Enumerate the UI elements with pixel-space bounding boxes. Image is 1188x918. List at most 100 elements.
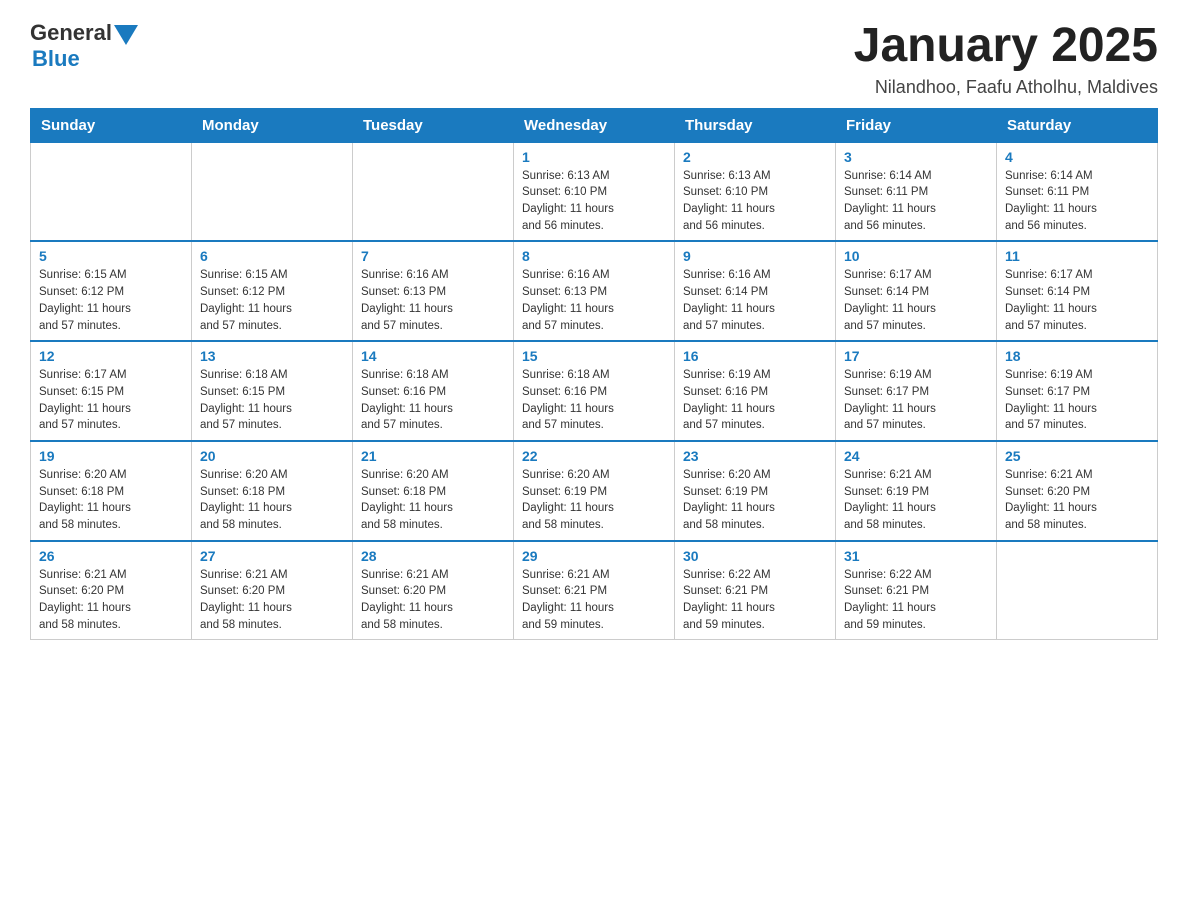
day-number: 20 bbox=[200, 448, 344, 464]
calendar-day-2: 2Sunrise: 6:13 AM Sunset: 6:10 PM Daylig… bbox=[675, 142, 836, 241]
page-header: General Blue January 2025 Nilandhoo, Faa… bbox=[30, 20, 1158, 98]
day-number: 30 bbox=[683, 548, 827, 564]
calendar-header-saturday: Saturday bbox=[997, 108, 1158, 142]
day-number: 24 bbox=[844, 448, 988, 464]
day-info: Sunrise: 6:13 AM Sunset: 6:10 PM Dayligh… bbox=[522, 168, 666, 235]
calendar-day-9: 9 Sunrise: 6:16 AM Sunset: 6:14 PM Daylig… bbox=[675, 241, 836, 341]
day-info: Sunrise: 6:18 AM Sunset: 6:15 PM Dayligh… bbox=[200, 367, 344, 434]
day-number: 29 bbox=[522, 548, 666, 564]
calendar-week-row: 1Sunrise: 6:13 AM Sunset: 6:10 PM Daylig… bbox=[31, 142, 1158, 241]
calendar-day-13: 13 Sunrise: 6:18 AM Sunset: 6:15 PM Dayli… bbox=[192, 341, 353, 441]
calendar-week-row: 12 Sunrise: 6:17 AM Sunset: 6:15 PM Dayli… bbox=[31, 341, 1158, 441]
calendar-header-sunday: Sunday bbox=[31, 108, 192, 142]
calendar-week-row: 5 Sunrise: 6:15 AM Sunset: 6:12 PM Daylig… bbox=[31, 241, 1158, 341]
calendar-day-12: 12 Sunrise: 6:17 AM Sunset: 6:15 PM Dayli… bbox=[31, 341, 192, 441]
day-number: 2 bbox=[683, 149, 827, 165]
calendar-week-row: 19 Sunrise: 6:20 AM Sunset: 6:18 PM Dayli… bbox=[31, 441, 1158, 541]
day-info: Sunrise: 6:22 AM Sunset: 6:21 PM Dayligh… bbox=[844, 567, 988, 634]
day-info: Sunrise: 6:17 AM Sunset: 6:15 PM Dayligh… bbox=[39, 367, 183, 434]
day-number: 5 bbox=[39, 248, 183, 264]
day-info: Sunrise: 6:18 AM Sunset: 6:16 PM Dayligh… bbox=[522, 367, 666, 434]
day-info: Sunrise: 6:16 AM Sunset: 6:13 PM Dayligh… bbox=[522, 267, 666, 334]
calendar-day-14: 14Sunrise: 6:18 AM Sunset: 6:16 PM Dayli… bbox=[353, 341, 514, 441]
day-number: 27 bbox=[200, 548, 344, 564]
calendar-day-31: 31 Sunrise: 6:22 AM Sunset: 6:21 PM Dayli… bbox=[836, 541, 997, 640]
calendar-day-11: 11 Sunrise: 6:17 AM Sunset: 6:14 PM Dayli… bbox=[997, 241, 1158, 341]
day-number: 17 bbox=[844, 348, 988, 364]
day-number: 22 bbox=[522, 448, 666, 464]
calendar-day-26: 26 Sunrise: 6:21 AM Sunset: 6:20 PM Dayli… bbox=[31, 541, 192, 640]
day-number: 19 bbox=[39, 448, 183, 464]
calendar-empty-cell bbox=[31, 142, 192, 241]
day-info: Sunrise: 6:21 AM Sunset: 6:20 PM Dayligh… bbox=[200, 567, 344, 634]
day-number: 12 bbox=[39, 348, 183, 364]
day-info: Sunrise: 6:20 AM Sunset: 6:19 PM Dayligh… bbox=[683, 467, 827, 534]
day-info: Sunrise: 6:18 AM Sunset: 6:16 PM Dayligh… bbox=[361, 367, 505, 434]
calendar-day-19: 19 Sunrise: 6:20 AM Sunset: 6:18 PM Dayli… bbox=[31, 441, 192, 541]
day-number: 28 bbox=[361, 548, 505, 564]
calendar-header-tuesday: Tuesday bbox=[353, 108, 514, 142]
day-number: 13 bbox=[200, 348, 344, 364]
calendar-day-10: 10 Sunrise: 6:17 AM Sunset: 6:14 PM Dayli… bbox=[836, 241, 997, 341]
day-info: Sunrise: 6:20 AM Sunset: 6:19 PM Dayligh… bbox=[522, 467, 666, 534]
calendar-header-row: SundayMondayTuesdayWednesdayThursdayFrid… bbox=[31, 108, 1158, 142]
day-number: 10 bbox=[844, 248, 988, 264]
day-info: Sunrise: 6:21 AM Sunset: 6:20 PM Dayligh… bbox=[361, 567, 505, 634]
calendar-day-24: 24Sunrise: 6:21 AM Sunset: 6:19 PM Dayli… bbox=[836, 441, 997, 541]
day-info: Sunrise: 6:14 AM Sunset: 6:11 PM Dayligh… bbox=[844, 168, 988, 235]
day-info: Sunrise: 6:19 AM Sunset: 6:16 PM Dayligh… bbox=[683, 367, 827, 434]
calendar-day-8: 8 Sunrise: 6:16 AM Sunset: 6:13 PM Daylig… bbox=[514, 241, 675, 341]
day-info: Sunrise: 6:16 AM Sunset: 6:14 PM Dayligh… bbox=[683, 267, 827, 334]
day-number: 18 bbox=[1005, 348, 1149, 364]
calendar-day-27: 27 Sunrise: 6:21 AM Sunset: 6:20 PM Dayli… bbox=[192, 541, 353, 640]
day-info: Sunrise: 6:21 AM Sunset: 6:20 PM Dayligh… bbox=[1005, 467, 1149, 534]
day-number: 26 bbox=[39, 548, 183, 564]
day-number: 31 bbox=[844, 548, 988, 564]
calendar-day-23: 23 Sunrise: 6:20 AM Sunset: 6:19 PM Dayli… bbox=[675, 441, 836, 541]
calendar-day-25: 25Sunrise: 6:21 AM Sunset: 6:20 PM Dayli… bbox=[997, 441, 1158, 541]
logo-triangle-icon bbox=[114, 25, 138, 45]
day-info: Sunrise: 6:15 AM Sunset: 6:12 PM Dayligh… bbox=[200, 267, 344, 334]
day-info: Sunrise: 6:17 AM Sunset: 6:14 PM Dayligh… bbox=[1005, 267, 1149, 334]
calendar-day-20: 20 Sunrise: 6:20 AM Sunset: 6:18 PM Dayli… bbox=[192, 441, 353, 541]
calendar-day-5: 5Sunrise: 6:15 AM Sunset: 6:12 PM Daylig… bbox=[31, 241, 192, 341]
day-info: Sunrise: 6:14 AM Sunset: 6:11 PM Dayligh… bbox=[1005, 168, 1149, 235]
logo-general-text: General bbox=[30, 20, 112, 46]
calendar-header-monday: Monday bbox=[192, 108, 353, 142]
day-info: Sunrise: 6:20 AM Sunset: 6:18 PM Dayligh… bbox=[361, 467, 505, 534]
calendar-day-21: 21 Sunrise: 6:20 AM Sunset: 6:18 PM Dayli… bbox=[353, 441, 514, 541]
calendar-day-30: 30 Sunrise: 6:22 AM Sunset: 6:21 PM Dayli… bbox=[675, 541, 836, 640]
day-info: Sunrise: 6:21 AM Sunset: 6:20 PM Dayligh… bbox=[39, 567, 183, 634]
calendar-day-15: 15Sunrise: 6:18 AM Sunset: 6:16 PM Dayli… bbox=[514, 341, 675, 441]
day-number: 7 bbox=[361, 248, 505, 264]
calendar-empty-cell bbox=[192, 142, 353, 241]
day-number: 4 bbox=[1005, 149, 1149, 165]
day-number: 11 bbox=[1005, 248, 1149, 264]
day-info: Sunrise: 6:17 AM Sunset: 6:14 PM Dayligh… bbox=[844, 267, 988, 334]
day-number: 9 bbox=[683, 248, 827, 264]
calendar-table: SundayMondayTuesdayWednesdayThursdayFrid… bbox=[30, 108, 1158, 640]
calendar-header-wednesday: Wednesday bbox=[514, 108, 675, 142]
calendar-day-6: 6 Sunrise: 6:15 AM Sunset: 6:12 PM Daylig… bbox=[192, 241, 353, 341]
day-number: 6 bbox=[200, 248, 344, 264]
day-number: 23 bbox=[683, 448, 827, 464]
day-info: Sunrise: 6:16 AM Sunset: 6:13 PM Dayligh… bbox=[361, 267, 505, 334]
calendar-day-16: 16Sunrise: 6:19 AM Sunset: 6:16 PM Dayli… bbox=[675, 341, 836, 441]
calendar-header-friday: Friday bbox=[836, 108, 997, 142]
location-subtitle: Nilandhoo, Faafu Atholhu, Maldives bbox=[854, 77, 1158, 98]
day-info: Sunrise: 6:19 AM Sunset: 6:17 PM Dayligh… bbox=[1005, 367, 1149, 434]
calendar-header-thursday: Thursday bbox=[675, 108, 836, 142]
day-number: 3 bbox=[844, 149, 988, 165]
day-info: Sunrise: 6:20 AM Sunset: 6:18 PM Dayligh… bbox=[39, 467, 183, 534]
calendar-day-17: 17Sunrise: 6:19 AM Sunset: 6:17 PM Dayli… bbox=[836, 341, 997, 441]
month-title: January 2025 bbox=[854, 20, 1158, 73]
calendar-day-3: 3 Sunrise: 6:14 AM Sunset: 6:11 PM Daylig… bbox=[836, 142, 997, 241]
day-number: 21 bbox=[361, 448, 505, 464]
calendar-empty-cell bbox=[997, 541, 1158, 640]
day-info: Sunrise: 6:20 AM Sunset: 6:18 PM Dayligh… bbox=[200, 467, 344, 534]
calendar-day-29: 29 Sunrise: 6:21 AM Sunset: 6:21 PM Dayli… bbox=[514, 541, 675, 640]
day-info: Sunrise: 6:21 AM Sunset: 6:21 PM Dayligh… bbox=[522, 567, 666, 634]
day-info: Sunrise: 6:22 AM Sunset: 6:21 PM Dayligh… bbox=[683, 567, 827, 634]
day-number: 8 bbox=[522, 248, 666, 264]
calendar-day-28: 28 Sunrise: 6:21 AM Sunset: 6:20 PM Dayli… bbox=[353, 541, 514, 640]
